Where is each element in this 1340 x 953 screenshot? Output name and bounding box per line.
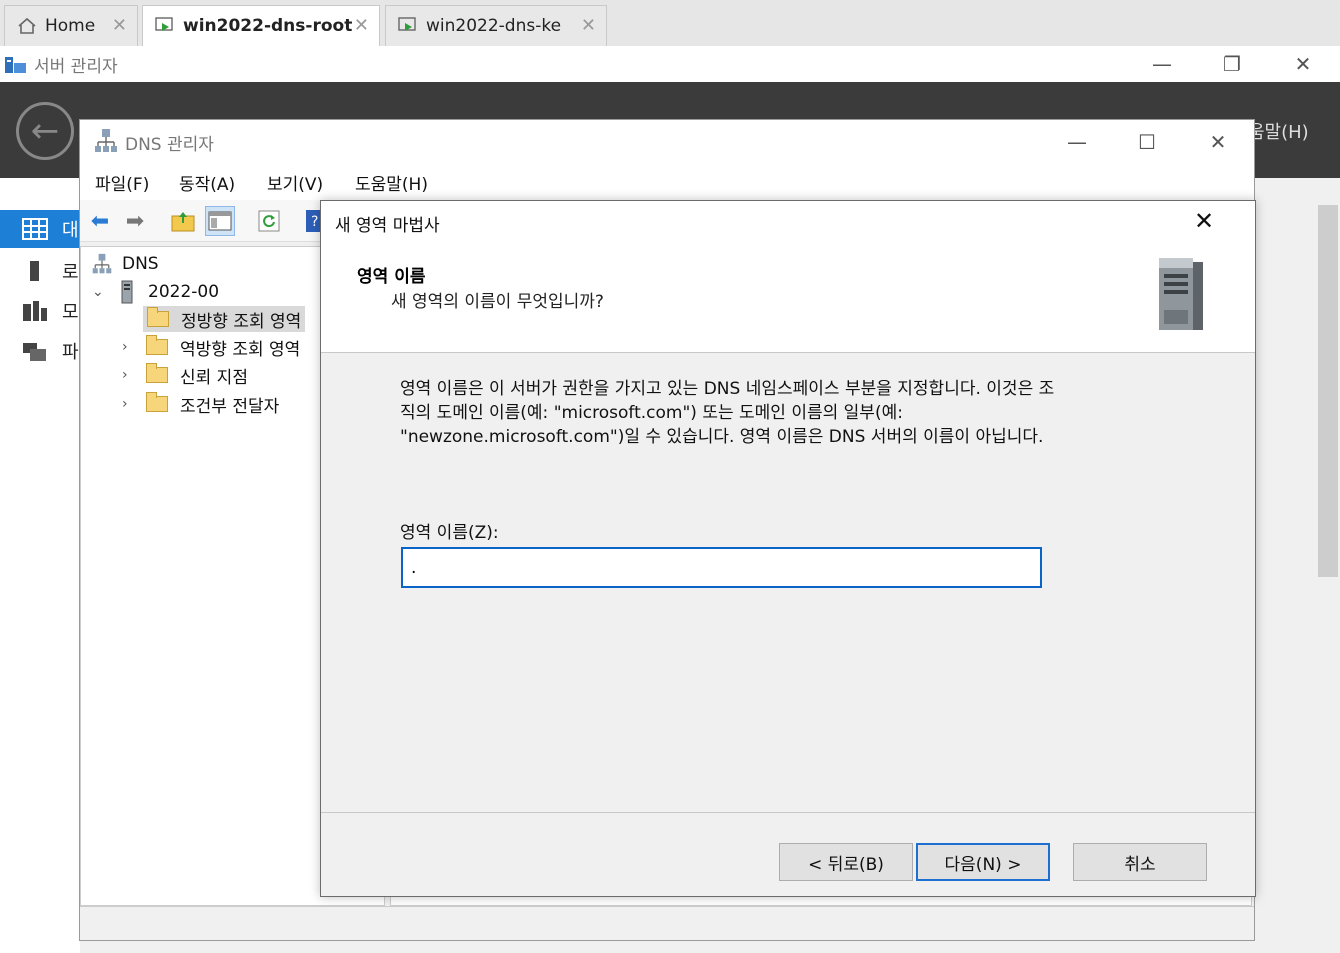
- tree-item-forward-lookup[interactable]: 정방향 조회 영역: [143, 306, 306, 332]
- close-icon[interactable]: ✕: [581, 15, 596, 36]
- server-manager-sidebar: 대 로 모 파: [0, 178, 80, 953]
- folder-icon: [146, 335, 168, 355]
- vm-tab-strip: Home ✕ win2022-dns-root ✕ win2022-dns-ke…: [0, 0, 1340, 46]
- dns-manager-titlebar: — ☐ ✕: [80, 120, 1254, 164]
- tree-item-dns-root[interactable]: DNS: [92, 251, 159, 277]
- servers-icon: [22, 300, 48, 322]
- file-services-icon: [22, 340, 48, 362]
- vm-tab-home[interactable]: Home ✕: [4, 5, 138, 46]
- sidebar-item-all-servers[interactable]: 모: [0, 292, 80, 330]
- tree-item-label: 2022-00: [148, 282, 220, 302]
- vm-tab-label: win2022-dns-root: [183, 16, 353, 36]
- sidebar-item-local-server[interactable]: 로: [0, 252, 80, 290]
- description-line: "newzone.microsoft.com")일 수 있습니다. 영역 이름은…: [400, 427, 1044, 447]
- tree-item-label: 역방향 조회 영역: [180, 339, 301, 360]
- wizard-heading: 영역 이름: [357, 267, 426, 287]
- wizard-description: 영역 이름은 이 서버가 권한을 가지고 있는 DNS 네임스페이스 부분을 지…: [400, 377, 1190, 449]
- refresh-icon[interactable]: [254, 206, 284, 236]
- back-button[interactable]: < 뒤로(B): [779, 843, 913, 881]
- description-line: 직의 도메인 이름(예: "microsoft.com") 또는 도메인 이름의…: [400, 403, 903, 423]
- wizard-titlebar: [321, 201, 1255, 241]
- menu-action[interactable]: 동작(A): [179, 170, 235, 195]
- close-button[interactable]: ✕: [1183, 122, 1253, 162]
- vm-tab-dns-ke[interactable]: win2022-dns-ke ✕: [385, 5, 607, 46]
- sidebar-item-label: 파: [62, 342, 79, 363]
- back-arrow-icon[interactable]: ⬅: [85, 206, 115, 236]
- maximize-button[interactable]: ☐: [1112, 122, 1182, 162]
- vm-icon: [398, 17, 418, 35]
- tree-item-trust-points[interactable]: › 신뢰 지점: [122, 362, 248, 388]
- wizard-subheading: 새 영역의 이름이 무엇입니까?: [391, 292, 604, 312]
- close-button[interactable]: ✕: [1268, 46, 1338, 82]
- menu-help[interactable]: 도움말(H): [355, 170, 428, 195]
- next-button[interactable]: 다음(N) >: [916, 843, 1050, 881]
- chevron-down-icon[interactable]: ⌄: [92, 284, 110, 300]
- tree-item-conditional-forwarders[interactable]: › 조건부 전달자: [122, 391, 279, 417]
- help-menu[interactable]: 움말(H): [1248, 118, 1309, 144]
- cancel-button[interactable]: 취소: [1073, 843, 1207, 881]
- chevron-right-icon[interactable]: ›: [122, 339, 140, 355]
- vm-tab-label: win2022-dns-ke: [426, 16, 562, 36]
- dns-menubar: [80, 164, 1254, 200]
- menu-file[interactable]: 파일(F): [95, 170, 149, 195]
- tree-item-label: DNS: [122, 254, 159, 274]
- wizard-title: 새 영역 마법사: [335, 216, 440, 236]
- tree-item-label: 신뢰 지점: [180, 367, 248, 388]
- folder-icon: [146, 363, 168, 383]
- server-manager-icon: [4, 53, 28, 75]
- scrollbar-thumb[interactable]: [1318, 205, 1338, 577]
- dns-icon: [95, 128, 117, 154]
- close-icon[interactable]: ✕: [354, 15, 369, 36]
- server-manager-titlebar: 서버 관리자 — ❐ ✕: [0, 46, 1340, 82]
- zone-name-input[interactable]: [401, 547, 1042, 588]
- show-hide-tree-icon[interactable]: [205, 206, 235, 236]
- status-bar: [80, 906, 1254, 940]
- chevron-right-icon[interactable]: ›: [122, 396, 140, 412]
- vm-icon: [155, 17, 175, 35]
- sidebar-item-dashboard[interactable]: 대: [0, 210, 80, 248]
- server-manager-title: 서버 관리자: [34, 56, 118, 77]
- close-icon[interactable]: ✕: [112, 15, 127, 36]
- vm-tab-dns-root[interactable]: win2022-dns-root ✕: [142, 5, 380, 46]
- sidebar-item-label: 로: [62, 262, 79, 283]
- up-folder-icon[interactable]: [168, 206, 198, 236]
- sidebar-item-label: 대: [62, 220, 79, 241]
- minimize-button[interactable]: —: [1042, 122, 1112, 162]
- minimize-button[interactable]: —: [1127, 46, 1197, 82]
- description-line: 영역 이름은 이 서버가 권한을 가지고 있는 DNS 네임스페이스 부분을 지…: [400, 379, 1055, 399]
- home-icon: [17, 17, 37, 35]
- sidebar-item-file-services[interactable]: 파: [0, 332, 80, 370]
- sidebar-item-label: 모: [62, 302, 79, 323]
- tree-item-label: 정방향 조회 영역: [181, 311, 302, 332]
- tree-item-reverse-lookup[interactable]: › 역방향 조회 영역: [122, 334, 300, 360]
- forward-arrow-icon[interactable]: ➡: [120, 206, 150, 236]
- server-icon: [120, 280, 134, 304]
- vm-tab-label: Home: [45, 16, 96, 36]
- menu-view[interactable]: 보기(V): [267, 170, 323, 195]
- dns-manager-title: DNS 관리자: [125, 135, 214, 155]
- tree-item-server[interactable]: ⌄ 2022-00: [92, 279, 219, 305]
- close-button[interactable]: ✕: [1188, 206, 1220, 236]
- server-icon: [22, 260, 48, 282]
- dashboard-icon: [22, 218, 48, 240]
- svg-text:?: ?: [311, 214, 318, 230]
- folder-icon: [147, 307, 169, 327]
- server-tower-icon: [1155, 254, 1205, 332]
- tree-item-label: 조건부 전달자: [180, 396, 280, 417]
- divider: [321, 812, 1255, 813]
- folder-icon: [146, 392, 168, 412]
- chevron-right-icon[interactable]: ›: [122, 367, 140, 383]
- back-arrow-icon[interactable]: ←: [16, 102, 74, 160]
- dns-icon: [92, 253, 112, 275]
- zone-name-label: 영역 이름(Z):: [400, 523, 499, 543]
- restore-button[interactable]: ❐: [1197, 46, 1267, 82]
